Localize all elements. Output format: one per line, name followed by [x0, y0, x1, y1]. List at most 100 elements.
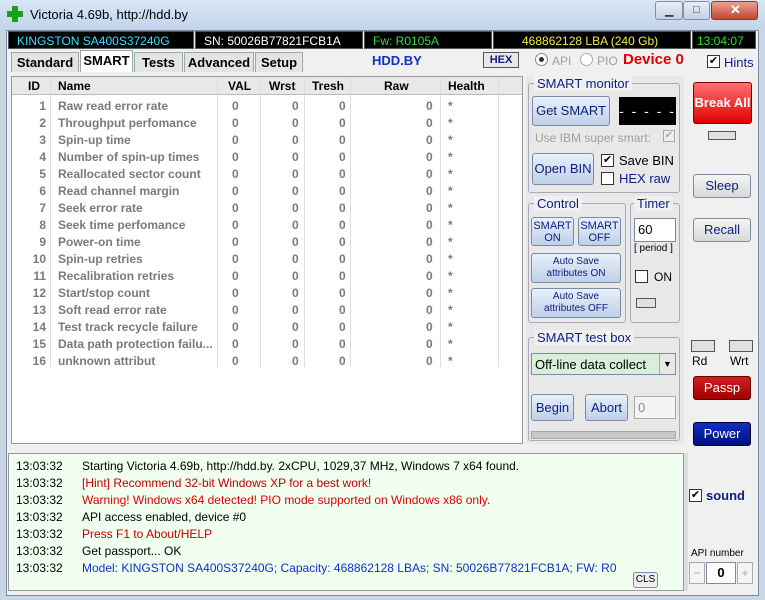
test-count-input[interactable]: 0 [634, 396, 676, 419]
cell-id: 12 [32, 286, 46, 300]
table-row[interactable]: 7 Seek error rate 0 0 0 0 * [12, 200, 522, 217]
cell-id: 11 [33, 269, 46, 283]
cell-raw: 0 [426, 150, 433, 164]
cell-name: Raw read error rate [58, 99, 169, 113]
col-name[interactable]: Name [58, 79, 91, 93]
log-scrollbar[interactable] [684, 453, 688, 591]
get-smart-button[interactable]: Get SMART [532, 96, 610, 126]
begin-button[interactable]: Begin [531, 394, 574, 421]
ibm-smart-checkbox[interactable]: ✔ [663, 130, 675, 142]
table-row[interactable]: 11 Recalibration retries 0 0 0 0 * [12, 268, 522, 285]
log-message: Model: KINGSTON SA400S37240G; Capacity: … [82, 561, 617, 575]
break-all-button[interactable]: Break All [693, 82, 752, 124]
timer-period-input[interactable]: 60 [634, 218, 676, 242]
col-wrst[interactable]: Wrst [269, 79, 295, 93]
cell-wrst: 0 [292, 99, 299, 113]
cell-wrst: 0 [292, 354, 299, 368]
maximize-button[interactable]: □ [683, 1, 710, 20]
col-health[interactable]: Health [448, 79, 485, 93]
api-number-input[interactable]: 0 [706, 562, 736, 584]
cell-tresh: 0 [339, 320, 346, 334]
tab-standard[interactable]: Standard [11, 52, 79, 72]
table-row[interactable]: 5 Reallocated sector count 0 0 0 0 * [12, 166, 522, 183]
table-row[interactable]: 4 Number of spin-up times 0 0 0 0 * [12, 149, 522, 166]
passp-button[interactable]: Passp [693, 376, 751, 400]
recall-button[interactable]: Recall [693, 218, 751, 242]
autosave-off-button[interactable]: Auto Save attributes OFF [531, 288, 621, 318]
drive-serial: SN: 50026B77821FCB1A [195, 31, 363, 49]
autosave-on-button[interactable]: Auto Save attributes ON [531, 253, 621, 283]
tab-advanced[interactable]: Advanced [184, 52, 254, 72]
col-id[interactable]: ID [28, 79, 40, 93]
clear-log-button[interactable]: CLS [633, 572, 658, 588]
tab-setup[interactable]: Setup [255, 52, 303, 72]
cell-val: 0 [232, 354, 239, 368]
cell-health: * [448, 286, 453, 300]
table-row[interactable]: 12 Start/stop count 0 0 0 0 * [12, 285, 522, 302]
smart-attributes-table[interactable]: ID Name VAL Wrst Tresh Raw Health 1 Raw r… [11, 76, 523, 444]
log-time: 13:03:32 [16, 493, 63, 507]
table-row[interactable]: 14 Test track recycle failure 0 0 0 0 * [12, 319, 522, 336]
tab-tests[interactable]: Tests [134, 52, 183, 72]
hints-label: Hints [724, 55, 754, 70]
hex-raw-checkbox[interactable] [601, 172, 614, 185]
table-row[interactable]: 13 Soft read error rate 0 0 0 0 * [12, 302, 522, 319]
chevron-down-icon[interactable]: ▼ [659, 354, 675, 374]
window-title: Victoria 4.69b, http://hdd.by [30, 7, 189, 22]
cell-id: 15 [32, 337, 46, 351]
api-radio[interactable] [535, 53, 548, 66]
cell-health: * [448, 167, 453, 181]
table-row[interactable]: 15 Data path protection failu... 0 0 0 0 * [12, 336, 522, 353]
cell-id: 13 [32, 303, 46, 317]
table-row[interactable]: 10 Spin-up retries 0 0 0 0 * [12, 251, 522, 268]
abort-button[interactable]: Abort [585, 394, 628, 421]
control-title: Control [534, 196, 582, 211]
table-row[interactable]: 9 Power-on time 0 0 0 0 * [12, 234, 522, 251]
smart-off-button[interactable]: SMART OFF [578, 217, 621, 246]
open-bin-button[interactable]: Open BIN [532, 153, 594, 185]
table-row[interactable]: 2 Throughput perfomance 0 0 0 0 * [12, 115, 522, 132]
sound-checkbox[interactable]: ✔ [689, 489, 702, 502]
hex-button[interactable]: HEX [483, 52, 519, 68]
tab-smart[interactable]: SMART [80, 50, 133, 72]
cell-wrst: 0 [292, 252, 299, 266]
hints-checkbox[interactable]: ✔ [707, 55, 720, 68]
table-row[interactable]: 6 Read channel margin 0 0 0 0 * [12, 183, 522, 200]
minimize-button[interactable]: ▁ [655, 1, 683, 20]
cell-val: 0 [232, 133, 239, 147]
rd-label: Rd [692, 354, 708, 368]
col-raw[interactable]: Raw [384, 79, 409, 93]
cell-health: * [448, 354, 453, 368]
col-val[interactable]: VAL [228, 79, 251, 93]
pio-radio[interactable] [580, 53, 593, 66]
api-increment-button[interactable]: + [737, 562, 753, 584]
cell-raw: 0 [426, 354, 433, 368]
api-decrement-button[interactable]: − [689, 562, 705, 584]
table-row[interactable]: 3 Spin-up time 0 0 0 0 * [12, 132, 522, 149]
cell-id: 9 [39, 235, 46, 249]
cell-tresh: 0 [339, 201, 346, 215]
cell-wrst: 0 [292, 218, 299, 232]
cell-tresh: 0 [339, 133, 346, 147]
table-row[interactable]: 16 unknown attribut 0 0 0 0 * [12, 353, 522, 370]
table-row[interactable]: 1 Raw read error rate 0 0 0 0 * [12, 98, 522, 115]
log-time: 13:03:32 [16, 459, 63, 473]
power-button[interactable]: Power [693, 422, 751, 446]
col-tresh[interactable]: Tresh [312, 79, 344, 93]
cell-health: * [448, 133, 453, 147]
cell-name: Read channel margin [58, 184, 180, 198]
drive-model: KINGSTON SA400S37240G [8, 31, 194, 49]
sleep-button[interactable]: Sleep [693, 174, 751, 198]
api-label: API [552, 54, 572, 68]
close-button[interactable]: ✕ [711, 1, 758, 20]
table-row[interactable]: 8 Seek time perfomance 0 0 0 0 * [12, 217, 522, 234]
save-bin-checkbox[interactable]: ✔ [601, 154, 614, 167]
api-number-label: API number [691, 548, 744, 559]
hdd-by-link[interactable]: HDD.BY [372, 53, 422, 68]
cell-val: 0 [232, 99, 239, 113]
smart-on-button[interactable]: SMART ON [531, 217, 574, 246]
test-type-select[interactable]: Off-line data collect ▼ [531, 353, 676, 375]
ibm-smart-label: Use IBM super smart: [535, 131, 652, 145]
cell-health: * [448, 201, 453, 215]
timer-on-checkbox[interactable] [635, 270, 648, 283]
